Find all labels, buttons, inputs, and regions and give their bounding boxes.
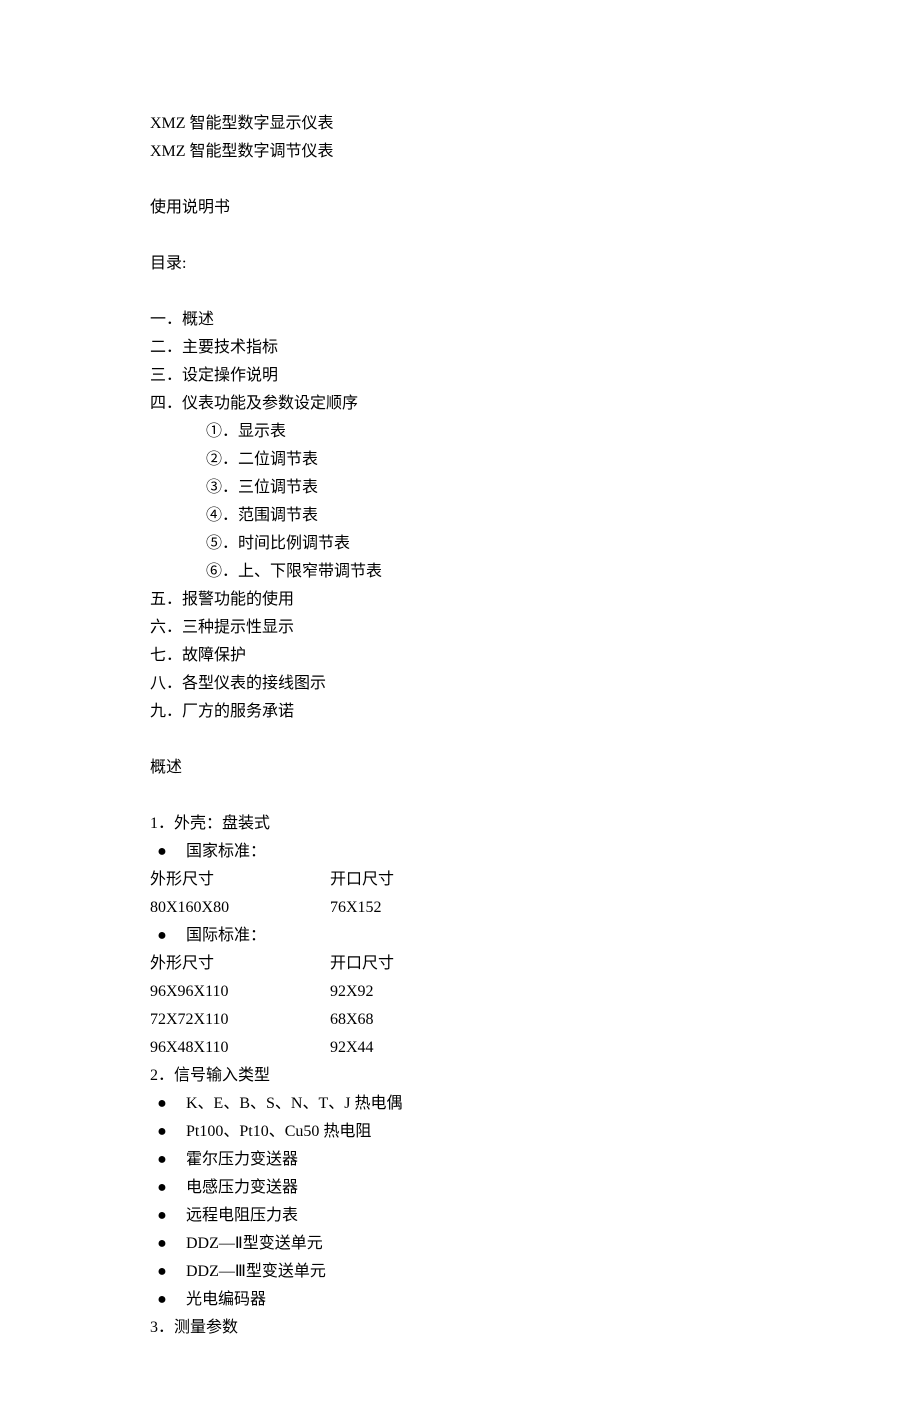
signal-text-1: K、E、B、S、N、T、J 热电偶 bbox=[174, 1090, 402, 1118]
toc-item-3: 三．设定操作说明 bbox=[150, 362, 770, 390]
gb-outer-1: 80X160X80 bbox=[150, 894, 330, 922]
bullet-text-international: 国际标准： bbox=[174, 922, 266, 950]
signal-item-7: ● DDZ—Ⅲ型变送单元 bbox=[150, 1258, 770, 1286]
ib-dimension-row-2: 72X72X110 68X68 bbox=[150, 1006, 770, 1034]
bullet-icon: ● bbox=[150, 1118, 174, 1146]
bullet-icon: ● bbox=[150, 1286, 174, 1314]
manual-label: 使用说明书 bbox=[150, 194, 770, 222]
signal-text-8: 光电编码器 bbox=[174, 1286, 266, 1314]
bullet-icon: ● bbox=[150, 1202, 174, 1230]
toc-subitem-1: ①．显示表 bbox=[150, 418, 770, 446]
gb-dimension-row-1: 80X160X80 76X152 bbox=[150, 894, 770, 922]
ib-dimension-row-3: 96X48X110 92X44 bbox=[150, 1034, 770, 1062]
ib-outer-3: 96X48X110 bbox=[150, 1034, 330, 1062]
toc-subitem-5: ⑤．时间比例调节表 bbox=[150, 530, 770, 558]
bullet-international-standard: ● 国际标准： bbox=[150, 922, 770, 950]
signal-text-6: DDZ—Ⅱ型变送单元 bbox=[174, 1230, 323, 1258]
bullet-icon: ● bbox=[150, 1258, 174, 1286]
signal-text-3: 霍尔压力变送器 bbox=[174, 1146, 298, 1174]
signal-text-4: 电感压力变送器 bbox=[174, 1174, 298, 1202]
signal-item-3: ● 霍尔压力变送器 bbox=[150, 1146, 770, 1174]
ib-cutout-1: 92X92 bbox=[330, 978, 770, 1006]
toc-item-6: 六．三种提示性显示 bbox=[150, 614, 770, 642]
ib-outer-1: 96X96X110 bbox=[150, 978, 330, 1006]
toc-item-4: 四．仪表功能及参数设定顺序 bbox=[150, 390, 770, 418]
bullet-text-national: 国家标准： bbox=[174, 838, 266, 866]
dimension-header-row-gb: 外形尺寸 开口尺寸 bbox=[150, 866, 770, 894]
toc-item-9: 九．厂方的服务承诺 bbox=[150, 698, 770, 726]
ib-cutout-2: 68X68 bbox=[330, 1006, 770, 1034]
toc-item-1: 一．概述 bbox=[150, 306, 770, 334]
gb-cutout-1: 76X152 bbox=[330, 894, 770, 922]
bullet-icon: ● bbox=[150, 838, 174, 866]
title-line-2: XMZ 智能型数字调节仪表 bbox=[150, 138, 770, 166]
signal-item-1: ● K、E、B、S、N、T、J 热电偶 bbox=[150, 1090, 770, 1118]
toc-subitem-4: ④．范围调节表 bbox=[150, 502, 770, 530]
signal-text-2: Pt100、Pt10、Cu50 热电阻 bbox=[174, 1118, 371, 1146]
bullet-national-standard: ● 国家标准： bbox=[150, 838, 770, 866]
toc-subitem-3: ③．三位调节表 bbox=[150, 474, 770, 502]
ib-cutout-3: 92X44 bbox=[330, 1034, 770, 1062]
toc-item-2: 二．主要技术指标 bbox=[150, 334, 770, 362]
col-header-cutout: 开口尺寸 bbox=[330, 866, 770, 894]
bullet-icon: ● bbox=[150, 1174, 174, 1202]
toc-item-5: 五．报警功能的使用 bbox=[150, 586, 770, 614]
signal-item-4: ● 电感压力变送器 bbox=[150, 1174, 770, 1202]
bullet-icon: ● bbox=[150, 1090, 174, 1118]
toc-subitem-6: ⑥．上、下限窄带调节表 bbox=[150, 558, 770, 586]
section-1-label: 1．外壳：盘装式 bbox=[150, 810, 770, 838]
ib-dimension-row-1: 96X96X110 92X92 bbox=[150, 978, 770, 1006]
signal-text-7: DDZ—Ⅲ型变送单元 bbox=[174, 1258, 326, 1286]
title-line-1: XMZ 智能型数字显示仪表 bbox=[150, 110, 770, 138]
signal-item-6: ● DDZ—Ⅱ型变送单元 bbox=[150, 1230, 770, 1258]
col-header-outer: 外形尺寸 bbox=[150, 866, 330, 894]
signal-item-8: ● 光电编码器 bbox=[150, 1286, 770, 1314]
signal-item-2: ● Pt100、Pt10、Cu50 热电阻 bbox=[150, 1118, 770, 1146]
section-2-label: 2．信号输入类型 bbox=[150, 1062, 770, 1090]
section-3-label: 3．测量参数 bbox=[150, 1314, 770, 1342]
signal-text-5: 远程电阻压力表 bbox=[174, 1202, 298, 1230]
col-header-cutout-ib: 开口尺寸 bbox=[330, 950, 770, 978]
dimension-header-row-ib: 外形尺寸 开口尺寸 bbox=[150, 950, 770, 978]
toc-header: 目录: bbox=[150, 250, 770, 278]
toc-item-7: 七．故障保护 bbox=[150, 642, 770, 670]
ib-outer-2: 72X72X110 bbox=[150, 1006, 330, 1034]
toc-item-8: 八．各型仪表的接线图示 bbox=[150, 670, 770, 698]
toc-subitem-2: ②．二位调节表 bbox=[150, 446, 770, 474]
signal-item-5: ● 远程电阻压力表 bbox=[150, 1202, 770, 1230]
col-header-outer-ib: 外形尺寸 bbox=[150, 950, 330, 978]
bullet-icon: ● bbox=[150, 1230, 174, 1258]
bullet-icon: ● bbox=[150, 922, 174, 950]
overview-heading: 概述 bbox=[150, 754, 770, 782]
bullet-icon: ● bbox=[150, 1146, 174, 1174]
